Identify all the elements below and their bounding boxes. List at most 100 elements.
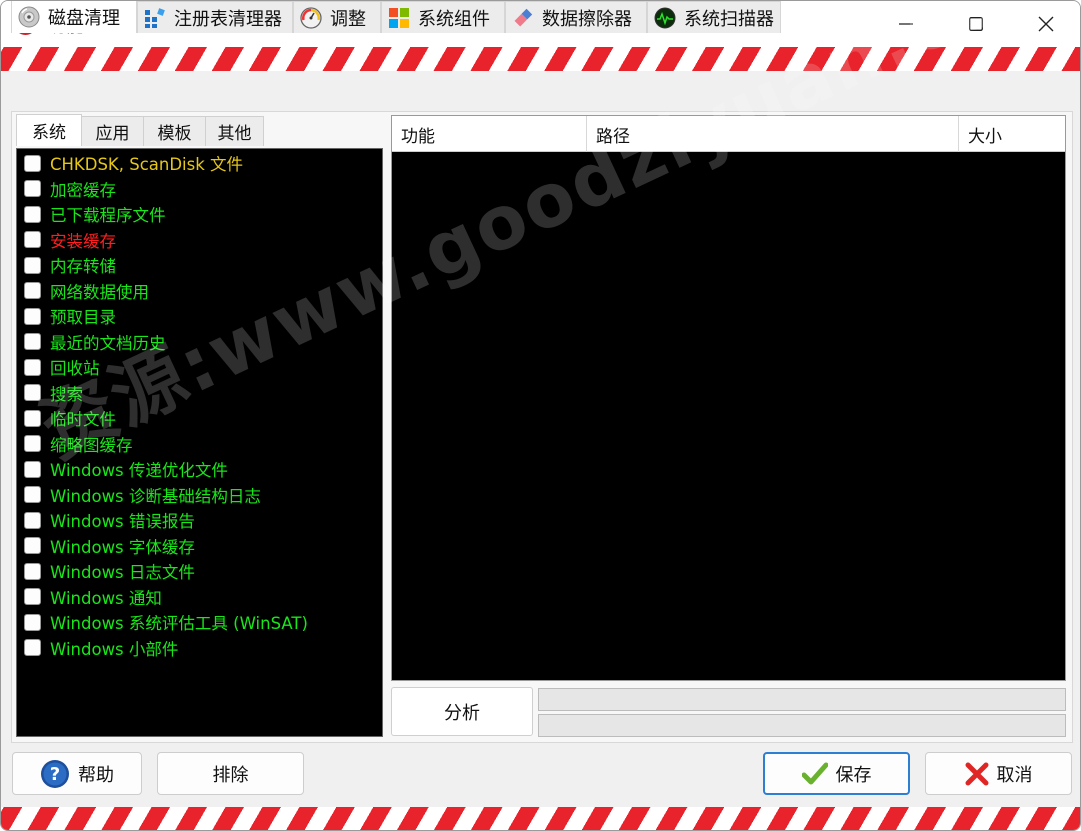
close-icon	[1038, 16, 1054, 32]
list-item[interactable]: Windows 小部件	[24, 636, 178, 660]
radar-icon	[654, 7, 676, 28]
list-item[interactable]: 已下载程序文件	[24, 202, 166, 226]
item-checkbox[interactable]	[24, 435, 41, 452]
exclude-label: 排除	[212, 764, 249, 786]
subtab-apps[interactable]: 应用	[81, 116, 144, 146]
cancel-button[interactable]: 取消	[925, 752, 1072, 795]
help-button[interactable]: ? 帮助	[12, 752, 142, 795]
windows-logo-icon	[389, 7, 409, 28]
close-button[interactable]	[1011, 1, 1080, 47]
list-item[interactable]: Windows 传递优化文件	[24, 457, 228, 481]
tab-disk-cleanup[interactable]: 磁盘清理	[11, 1, 137, 33]
item-label: 网络数据使用	[50, 282, 149, 302]
list-item[interactable]: 临时文件	[24, 406, 116, 430]
item-checkbox[interactable]	[24, 639, 41, 656]
list-item[interactable]: 搜索	[24, 381, 83, 405]
item-label: 搜索	[50, 384, 83, 404]
tab-system-components[interactable]: 系统组件	[381, 1, 505, 33]
item-checkbox[interactable]	[24, 613, 41, 631]
subtab-label: 模板	[157, 124, 192, 144]
svg-text:?: ?	[50, 764, 60, 785]
registry-icon	[145, 7, 165, 28]
item-checkbox[interactable]	[24, 409, 41, 427]
tab-data-wiper[interactable]: 数据擦除器	[505, 1, 647, 33]
item-label: 回收站	[50, 359, 100, 378]
minimize-button[interactable]	[871, 1, 941, 47]
list-item[interactable]: 内存转储	[24, 253, 116, 277]
item-checkbox[interactable]	[24, 511, 41, 529]
list-item[interactable]: 预取目录	[24, 304, 116, 328]
tab-system-scanner[interactable]: 系统扫描器	[647, 1, 781, 33]
column-header-size[interactable]: 大小	[959, 116, 1065, 152]
save-label: 保存	[835, 764, 872, 786]
subtab-other[interactable]: 其他	[205, 116, 264, 146]
item-checkbox[interactable]	[24, 486, 41, 503]
app-window: RB 功能 磁盘清理 注册表清理器	[0, 0, 1081, 831]
item-label: 已下载程序文件	[50, 206, 166, 225]
tab-registry-cleaner[interactable]: 注册表清理器	[137, 1, 293, 33]
subtab-templates[interactable]: 模板	[143, 116, 206, 146]
exclude-button[interactable]: 排除	[157, 752, 304, 795]
tab-tweaks[interactable]: 调整	[293, 1, 381, 33]
save-button[interactable]: 保存	[763, 752, 910, 795]
cancel-label: 取消	[996, 764, 1033, 786]
item-checkbox[interactable]	[24, 205, 41, 223]
item-label: CHKDSK, ScanDisk 文件	[50, 155, 244, 174]
item-label: 最近的文档历史	[50, 333, 166, 353]
item-label: Windows 错误报告	[50, 512, 195, 531]
item-checkbox[interactable]	[24, 537, 41, 554]
item-label: 内存转储	[50, 257, 116, 276]
list-item[interactable]: 安装缓存	[24, 228, 116, 252]
item-label: 缩略图缓存	[50, 435, 133, 455]
item-checkbox[interactable]	[24, 588, 41, 605]
column-header-path[interactable]: 路径	[587, 116, 959, 152]
list-item[interactable]: 回收站	[24, 355, 100, 379]
item-checkbox[interactable]	[24, 180, 41, 197]
item-label: Windows 诊断基础结构日志	[50, 486, 261, 506]
list-item[interactable]: 缩略图缓存	[24, 432, 133, 456]
item-label: 安装缓存	[50, 231, 116, 251]
item-checkbox[interactable]	[24, 384, 41, 401]
item-label: 加密缓存	[50, 180, 116, 200]
list-item[interactable]: Windows 系统评估工具 (WinSAT)	[24, 610, 308, 634]
list-item[interactable]: Windows 日志文件	[24, 559, 195, 583]
tab-label: 系统扫描器	[684, 8, 774, 30]
minimize-icon	[899, 23, 913, 25]
item-checkbox[interactable]	[24, 256, 41, 274]
list-item[interactable]: CHKDSK, ScanDisk 文件	[24, 151, 243, 175]
item-checkbox[interactable]	[24, 562, 41, 580]
item-checkbox[interactable]	[24, 231, 41, 248]
item-label: Windows 系统评估工具 (WinSAT)	[50, 614, 308, 633]
results-table[interactable]: 功能 路径 大小	[391, 115, 1066, 681]
list-item[interactable]: 加密缓存	[24, 177, 116, 201]
subtab-label: 其他	[217, 124, 252, 144]
list-item[interactable]: 最近的文档历史	[24, 330, 166, 354]
item-checkbox[interactable]	[24, 358, 41, 376]
gauge-icon	[300, 6, 322, 29]
item-label: Windows 通知	[50, 588, 162, 608]
analyze-button[interactable]: 分析	[391, 687, 533, 736]
progress-bar-1	[538, 688, 1066, 711]
item-checkbox[interactable]	[24, 460, 41, 478]
item-label: Windows 字体缓存	[50, 537, 195, 557]
tab-label: 调整	[330, 8, 366, 30]
item-checkbox[interactable]	[24, 307, 41, 325]
list-item[interactable]: Windows 字体缓存	[24, 534, 195, 558]
item-label: Windows 传递优化文件	[50, 461, 228, 480]
cleanup-items-list[interactable]: CHKDSK, ScanDisk 文件 加密缓存已下载程序文件 安装缓存内存转储网络…	[16, 148, 383, 737]
eraser-icon	[514, 8, 533, 26]
item-checkbox[interactable]	[24, 282, 41, 299]
hazard-stripe-bottom	[1, 807, 1080, 830]
list-item[interactable]: Windows 诊断基础结构日志	[24, 483, 261, 507]
list-item[interactable]: Windows 错误报告	[24, 508, 195, 532]
checkmark-icon	[801, 762, 828, 784]
list-item[interactable]: Windows 通知	[24, 585, 162, 609]
subtab-system[interactable]: 系统	[16, 114, 82, 146]
item-checkbox[interactable]	[24, 333, 41, 350]
maximize-button[interactable]	[941, 1, 1011, 47]
list-item[interactable]: 网络数据使用	[24, 279, 149, 303]
item-checkbox[interactable]	[24, 154, 41, 172]
table-header: 功能 路径 大小	[392, 116, 1065, 152]
progress-bar-2	[538, 714, 1066, 737]
column-header-feature[interactable]: 功能	[392, 116, 587, 152]
